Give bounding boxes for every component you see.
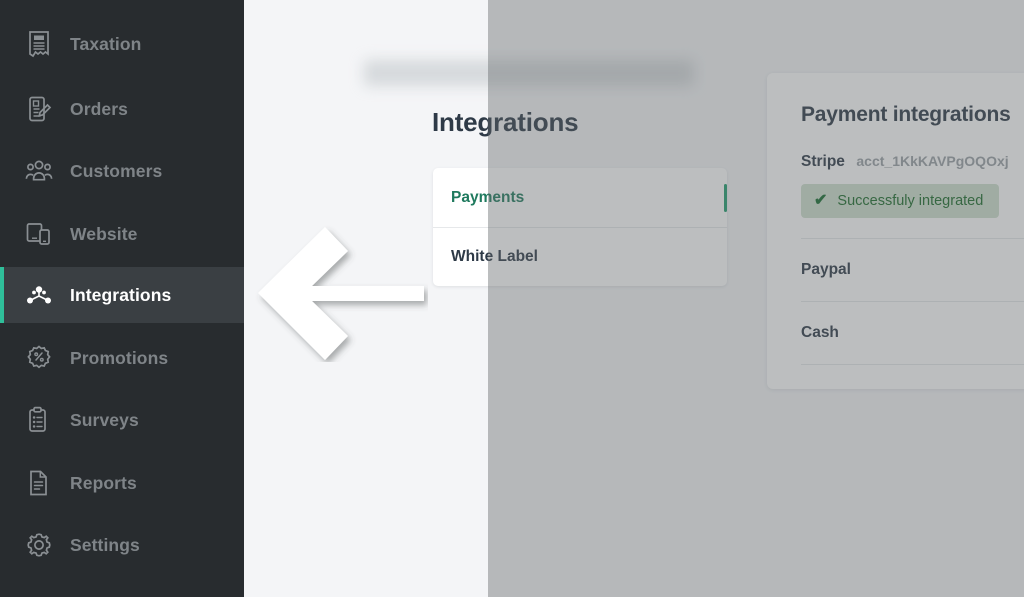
- customers-icon: [24, 156, 54, 186]
- page-header-placeholder: [364, 60, 694, 86]
- sidebar-item-settings[interactable]: Settings: [0, 517, 244, 573]
- clipboard-list-icon: [24, 405, 54, 435]
- devices-icon: [24, 219, 54, 249]
- gear-icon: [24, 530, 54, 560]
- sidebar-item-promotions[interactable]: Promotions: [0, 330, 244, 386]
- sidebar-item-label: Integrations: [70, 284, 172, 305]
- provider-name: Cash: [801, 324, 839, 341]
- document-icon: [24, 468, 54, 498]
- tax-receipt-icon: [24, 29, 54, 59]
- submenu-item-label: White Label: [451, 248, 538, 265]
- submenu-item-white-label[interactable]: White Label: [433, 227, 727, 286]
- integrations-submenu-card: Payments White Label: [433, 168, 727, 286]
- main-content: Integrations Payments White Label Paymen…: [244, 0, 1024, 597]
- sidebar-item-label: Reports: [70, 472, 137, 493]
- sidebar-item-orders[interactable]: Orders: [0, 81, 244, 137]
- sidebar-navigation: Taxation Orders Customers Website Integr…: [0, 0, 244, 597]
- sidebar-item-label: Taxation: [70, 33, 142, 54]
- app-window: Taxation Orders Customers Website Integr…: [0, 0, 1024, 597]
- order-form-icon: [24, 94, 54, 124]
- sidebar-item-website[interactable]: Website: [0, 206, 244, 262]
- status-badge: ✔ Successfuly integrated: [801, 184, 1000, 218]
- sidebar-item-label: Orders: [70, 98, 128, 119]
- card-bottom-divider: [801, 364, 1024, 365]
- payment-integrations-card: Payment integrations Stripe acct_1KkKAVP…: [767, 73, 1024, 389]
- check-icon: ✔: [814, 192, 828, 209]
- discount-badge-icon: [24, 343, 54, 373]
- sidebar-item-surveys[interactable]: Surveys: [0, 392, 244, 448]
- integrations-icon: [24, 280, 54, 310]
- provider-row-paypal[interactable]: Paypal: [801, 238, 1024, 301]
- submenu-item-payments[interactable]: Payments: [433, 168, 727, 227]
- sidebar-item-label: Website: [70, 223, 138, 244]
- provider-row-cash[interactable]: Cash: [801, 301, 1024, 364]
- sidebar-item-taxation[interactable]: Taxation: [0, 16, 244, 72]
- provider-name: Stripe: [801, 153, 845, 170]
- page-title: Integrations: [432, 107, 579, 137]
- submenu-item-label: Payments: [451, 188, 525, 206]
- sidebar-item-integrations[interactable]: Integrations: [0, 267, 244, 323]
- sidebar-item-list: Taxation Orders Customers Website Integr…: [0, 0, 244, 597]
- sidebar-item-label: Settings: [70, 534, 140, 555]
- sidebar-item-customers[interactable]: Customers: [0, 143, 244, 199]
- sidebar-item-reports[interactable]: Reports: [0, 455, 244, 511]
- sidebar-item-label: Customers: [70, 160, 163, 181]
- sidebar-item-label: Surveys: [70, 409, 139, 430]
- provider-account-id: acct_1KkKAVPgOQOxj: [856, 153, 1009, 169]
- provider-row-stripe[interactable]: Stripe acct_1KkKAVPgOQOxj ✔ Successfuly …: [801, 153, 1024, 238]
- payment-card-title: Payment integrations: [801, 103, 1011, 126]
- active-indicator: [724, 184, 727, 212]
- sidebar-item-label: Promotions: [70, 347, 169, 368]
- provider-name: Paypal: [801, 261, 851, 278]
- status-badge-label: Successfuly integrated: [837, 193, 984, 209]
